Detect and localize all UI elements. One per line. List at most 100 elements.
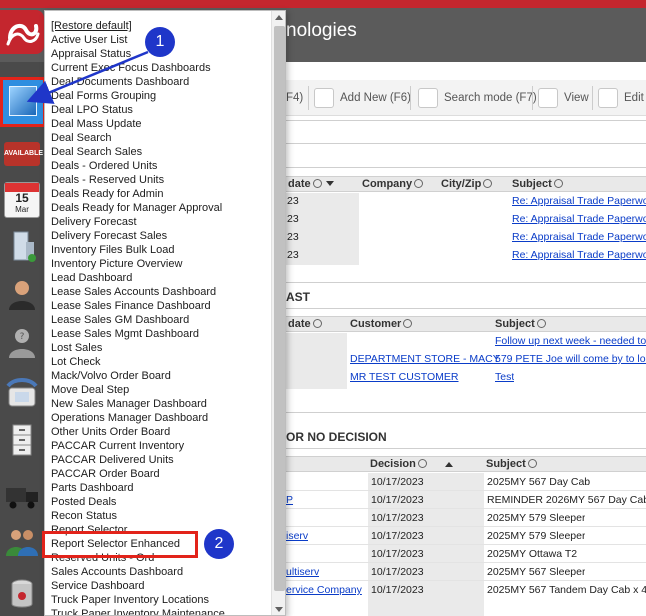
user-unknown-icon[interactable]: ? — [4, 324, 40, 360]
dashboards-icon[interactable] — [0, 77, 46, 127]
col-subject[interactable]: Subject — [512, 178, 563, 190]
menu-item[interactable]: Deal Search — [51, 131, 225, 145]
menu-item[interactable]: Sales Accounts Dashboard — [51, 565, 225, 579]
filter-icon[interactable] — [312, 319, 322, 328]
table-row-subject[interactable]: Follow up next week - needed to r — [495, 335, 646, 347]
menu-scroll-thumb[interactable] — [274, 26, 285, 591]
menu-item[interactable]: Deal LPO Status — [51, 103, 225, 117]
table-row-subject[interactable]: Re: Appraisal Trade Paperwork — [512, 231, 646, 243]
col-company[interactable]: Company — [362, 178, 424, 190]
col-city-zip[interactable]: City/Zip — [441, 178, 493, 190]
menu-item[interactable]: Service Dashboard — [51, 579, 225, 593]
search-mode-button[interactable]: Search mode (F7) — [418, 86, 537, 110]
available-badge-icon[interactable]: AVAILABLE — [4, 142, 43, 166]
menu-item[interactable]: Deals - Ordered Units — [51, 159, 225, 173]
add-new-button[interactable]: Add New (F6) — [314, 86, 411, 110]
building-icon[interactable] — [4, 228, 40, 264]
table-row-customer[interactable]: DEPARTMENT STORE - MACY — [350, 353, 500, 365]
toolbar-partial-button[interactable]: F4) — [286, 86, 303, 110]
panel-divider — [286, 412, 646, 413]
view-button[interactable]: View — [538, 86, 589, 110]
database-icon[interactable] — [4, 576, 40, 612]
menu-item[interactable]: Delivery Forecast — [51, 215, 225, 229]
filter-icon[interactable] — [417, 459, 427, 468]
menu-item[interactable]: Lease Sales Accounts Dashboard — [51, 285, 225, 299]
panel-divider — [286, 282, 646, 283]
table-row-subject[interactable]: Re: Appraisal Trade Paperwork — [512, 213, 646, 225]
col-customer[interactable]: Customer — [350, 318, 413, 330]
table-row-company[interactable]: ervice Company — [286, 584, 362, 596]
group-icon[interactable] — [4, 524, 40, 560]
menu-item[interactable]: Delivery Forecast Sales — [51, 229, 225, 243]
menu-item[interactable]: Deal Documents Dashboard — [51, 75, 225, 89]
filter-icon[interactable] — [483, 179, 493, 188]
menu-item[interactable]: Inventory Picture Overview — [51, 257, 225, 271]
table-row-company[interactable]: iserv — [286, 530, 308, 542]
menu-item[interactable]: PACCAR Delivered Units — [51, 453, 225, 467]
menu-item[interactable]: Truck Paper Inventory Locations — [51, 593, 225, 607]
table-row-subject: 2025MY 579 Sleeper — [487, 512, 586, 524]
menu-item[interactable]: Deal Forms Grouping — [51, 89, 225, 103]
menu-item[interactable]: Lease Sales Mgmt Dashboard — [51, 327, 225, 341]
table-row-decision: 10/17/2023 — [371, 512, 424, 524]
menu-item[interactable]: Appraisal Status — [51, 47, 225, 61]
filter-icon[interactable] — [312, 179, 322, 188]
filter-icon[interactable] — [553, 179, 563, 188]
menu-item[interactable]: Lease Sales Finance Dashboard — [51, 299, 225, 313]
col-date[interactable]: date — [288, 318, 322, 330]
filter-icon[interactable] — [536, 319, 546, 328]
menu-item[interactable]: Deals - Reserved Units — [51, 173, 225, 187]
menu-scrollbar[interactable] — [271, 11, 285, 615]
brand-logo[interactable] — [0, 10, 44, 54]
menu-item[interactable]: New Sales Manager Dashboard — [51, 397, 225, 411]
table-row-subject[interactable]: Test — [495, 371, 514, 383]
menu-item[interactable]: Deals Ready for Admin — [51, 187, 225, 201]
calendar-icon[interactable]: 15 Mar — [4, 182, 40, 218]
menu-item[interactable]: Parts Dashboard — [51, 481, 225, 495]
table-row-company[interactable]: P — [286, 494, 293, 506]
table-row-company[interactable]: ultiserv — [286, 566, 319, 578]
menu-item[interactable]: Truck Paper Inventory Maintenance — [51, 607, 225, 615]
menu-item[interactable]: Lead Dashboard — [51, 271, 225, 285]
dashboard-menu-list: [Restore default] Active User List Apprais… — [51, 19, 225, 615]
phone-icon[interactable] — [4, 374, 40, 410]
menu-item[interactable]: Deals Ready for Manager Approval — [51, 201, 225, 215]
table-row-subject[interactable]: Re: Appraisal Trade Paperwork — [512, 249, 646, 261]
menu-item[interactable]: Move Deal Step — [51, 383, 225, 397]
truck-icon[interactable] — [4, 476, 40, 512]
menu-item[interactable]: Deal Mass Update — [51, 117, 225, 131]
user-icon[interactable] — [4, 276, 40, 312]
cabinet-icon[interactable] — [4, 422, 40, 458]
menu-item[interactable]: Recon Status — [51, 509, 225, 523]
toolbar-separator — [410, 86, 411, 110]
filter-icon[interactable] — [527, 459, 537, 468]
filter-icon[interactable] — [403, 319, 413, 328]
col-decision[interactable]: Decision — [370, 458, 453, 470]
menu-item[interactable]: PACCAR Current Inventory — [51, 439, 225, 453]
menu-item[interactable]: Lease Sales GM Dashboard — [51, 313, 225, 327]
menu-item[interactable]: Posted Deals — [51, 495, 225, 509]
table-row-subject[interactable]: 579 PETE Joe will come by to look — [495, 353, 646, 365]
menu-item-restore-default[interactable]: [Restore default] — [51, 19, 225, 33]
menu-item[interactable]: Deal Search Sales — [51, 145, 225, 159]
scroll-up-icon[interactable] — [275, 15, 283, 20]
col-subject[interactable]: Subject — [486, 458, 537, 470]
scroll-down-icon[interactable] — [275, 607, 283, 612]
menu-item[interactable]: Current Exec Focus Dashboards — [51, 61, 225, 75]
menu-item[interactable]: Inventory Files Bulk Load — [51, 243, 225, 257]
table-row-customer[interactable]: MR TEST CUSTOMER — [350, 371, 459, 383]
menu-item[interactable]: Operations Manager Dashboard — [51, 411, 225, 425]
menu-item[interactable]: Lost Sales — [51, 341, 225, 355]
col-date[interactable]: date — [288, 178, 334, 190]
dropdown-icon[interactable] — [325, 181, 334, 186]
menu-item[interactable]: Lot Check — [51, 355, 225, 369]
edit-button[interactable]: Edit — [598, 86, 644, 110]
menu-item[interactable]: Mack/Volvo Order Board — [51, 369, 225, 383]
menu-item[interactable]: Active User List — [51, 33, 225, 47]
filter-icon[interactable] — [414, 179, 424, 188]
menu-item[interactable]: PACCAR Order Board — [51, 467, 225, 481]
table-row-subject[interactable]: Re: Appraisal Trade Paperwork — [512, 195, 646, 207]
sort-asc-icon[interactable] — [444, 462, 453, 467]
col-subject[interactable]: Subject — [495, 318, 546, 330]
menu-item[interactable]: Other Units Order Board — [51, 425, 225, 439]
